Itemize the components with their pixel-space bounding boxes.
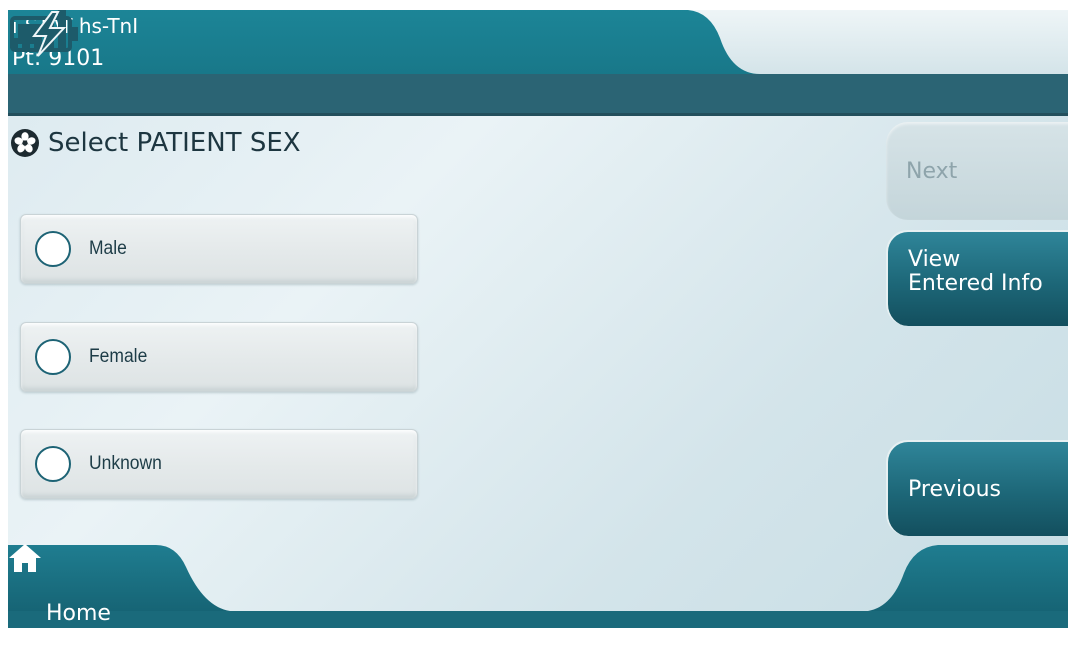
footer-bar: Home <box>8 543 1068 628</box>
view-label-line1: View <box>908 247 961 272</box>
home-button[interactable]: Home <box>8 543 168 628</box>
option-label: Male <box>89 238 127 259</box>
header-bar: i-STAT hs-TnI Pt: 9101 <box>8 10 1068 116</box>
previous-button[interactable]: Previous <box>886 440 1068 536</box>
home-icon <box>9 544 41 572</box>
radio-button[interactable] <box>35 339 71 375</box>
previous-label: Previous <box>908 476 1001 502</box>
header-background <box>8 10 1068 116</box>
asterisk-required-icon <box>11 129 39 157</box>
view-entered-info-button[interactable]: View Entered Info <box>886 230 1068 326</box>
option-female[interactable]: Female <box>20 322 418 392</box>
option-male[interactable]: Male <box>20 214 418 284</box>
radio-button[interactable] <box>35 231 71 267</box>
option-label: Female <box>89 346 148 367</box>
option-unknown[interactable]: Unknown <box>20 429 418 499</box>
battery-charging-icon <box>10 11 78 57</box>
radio-button[interactable] <box>35 446 71 482</box>
next-button[interactable]: Next <box>886 122 1068 220</box>
home-label: Home <box>46 601 111 626</box>
screen: i-STAT hs-TnI Pt: 9101 Select PATIENT SE… <box>8 10 1068 628</box>
next-label: Next <box>906 158 958 184</box>
option-label: Unknown <box>89 453 162 474</box>
view-label-line2: Entered Info <box>908 271 1043 296</box>
prompt: Select PATIENT SEX <box>10 126 301 160</box>
prompt-text: Select PATIENT SEX <box>48 128 301 158</box>
